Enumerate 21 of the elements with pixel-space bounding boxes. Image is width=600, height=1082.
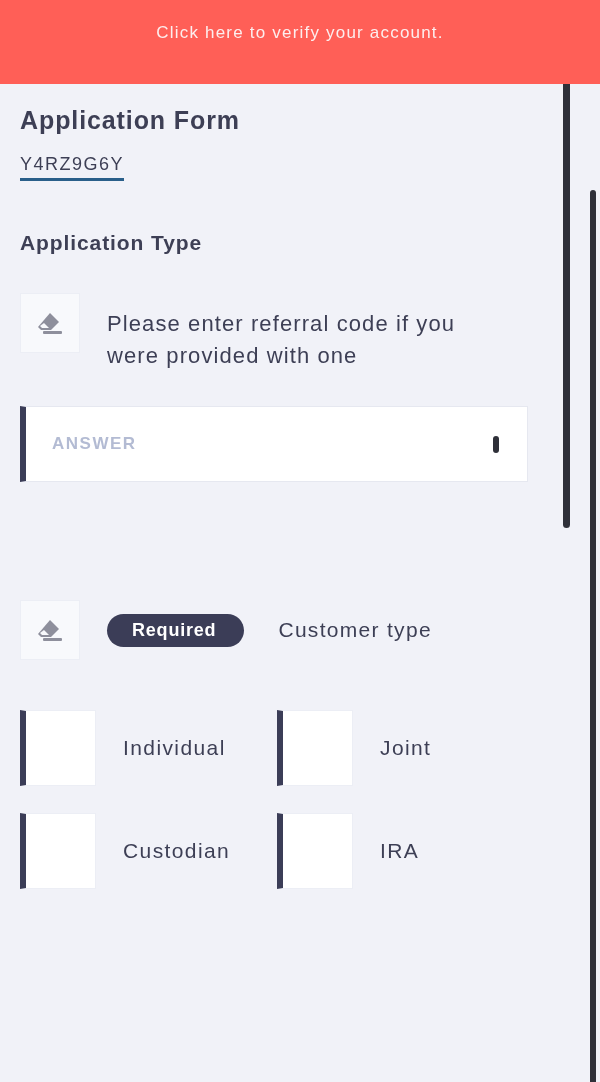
- question-text: Customer type: [278, 617, 432, 643]
- checkbox[interactable]: [277, 710, 353, 786]
- option-label: Individual: [123, 736, 226, 760]
- scrollbar-thumb[interactable]: [563, 84, 570, 528]
- option-label: Custodian: [123, 839, 231, 863]
- verify-account-banner[interactable]: Click here to verify your account.: [0, 0, 600, 84]
- eraser-icon[interactable]: [20, 293, 80, 353]
- cursor-icon: [493, 436, 499, 453]
- answer-field[interactable]: ANSWER: [20, 406, 528, 482]
- section-title: Application Type: [20, 231, 203, 255]
- checkbox[interactable]: [277, 813, 353, 889]
- checkbox[interactable]: [20, 813, 96, 889]
- required-badge: Required: [107, 613, 245, 647]
- application-code: Y4RZ9G6Y: [20, 153, 125, 181]
- option-label: Joint: [380, 736, 432, 760]
- eraser-icon[interactable]: [20, 600, 80, 660]
- option-label: IRA: [380, 839, 420, 863]
- form-title: Application Form: [20, 106, 240, 134]
- question-text: Please enter referral code if you were provided with one: [107, 310, 457, 370]
- scrollbar-thumb[interactable]: [590, 190, 596, 1082]
- checkbox[interactable]: [20, 710, 96, 786]
